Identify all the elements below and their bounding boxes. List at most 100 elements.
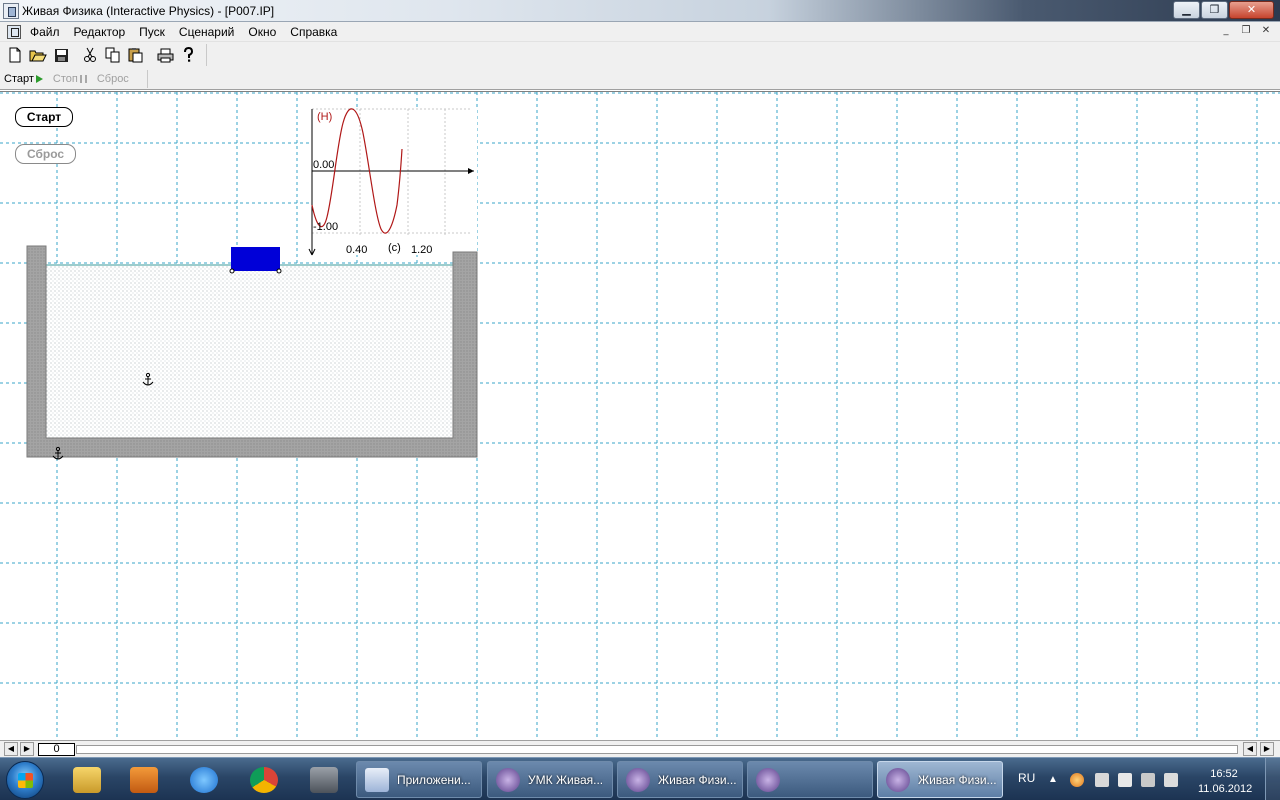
force-graph[interactable]: (Н) 0.00 -1.00 0.40 (с) 1.20 [305,105,480,260]
timeline-bar: ◀ ▶ 0 ◀ ▶ [0,740,1280,757]
pause-icon [79,75,87,83]
toolbar-group [4,44,207,66]
media-player-icon [130,767,158,793]
clock-time: 16:52 [1210,768,1238,780]
task-label: Живая Физи... [658,772,737,787]
block-handle-left[interactable] [229,268,235,274]
menu-editor[interactable]: Редактор [74,25,126,39]
doc-restore-icon[interactable]: ❐ [1238,25,1254,39]
triangle-left-icon: ◀ [7,744,15,753]
help-button[interactable] [177,44,199,66]
paste-icon [128,48,143,63]
task-interactive-physics-active[interactable]: Живая Физи... [877,761,1003,798]
water[interactable] [46,265,453,438]
doc-close-icon[interactable]: ✕ [1258,25,1274,39]
run-start-label: Старт [4,73,34,85]
menu-help[interactable]: Справка [290,25,337,39]
system-tray: RU ▲ 16:52 11.06.2012 [1010,758,1280,800]
interactive-physics-icon [496,767,520,792]
internet-explorer-icon [190,767,218,793]
save-icon [54,48,68,62]
menu-file[interactable]: Файл [30,25,60,39]
folder-icon [73,767,101,793]
show-hidden-icons-icon[interactable]: ▲ [1048,774,1058,785]
language-indicator[interactable]: RU [1018,771,1035,785]
task-umk[interactable]: УМК Живая... [487,761,613,798]
menu-script[interactable]: Сценарий [179,25,234,39]
new-button[interactable] [4,44,26,66]
doc-minimize-icon[interactable]: _ [1218,25,1234,39]
task-interactive-physics-1[interactable]: Живая Физи... [617,761,743,798]
run-start-button[interactable]: Старт [4,73,43,85]
cut-icon [84,47,96,62]
open-button[interactable] [27,44,49,66]
step-back-icon: ◀ [1246,744,1254,753]
tray-network-icon[interactable] [1141,773,1155,787]
run-controls: Старт Стоп Сброс [4,70,148,88]
close-button[interactable]: ✕ [1229,1,1274,19]
copy-button[interactable] [102,44,124,66]
simulation-workspace[interactable]: Старт Сброс (Н) 0.00 -1.00 0.40 (с) 1.20 [0,91,1280,740]
close-icon: ✕ [1246,3,1257,16]
pinned-explorer[interactable] [60,762,114,798]
timeline-frame-counter[interactable]: 0 [38,743,75,756]
window-title: Живая Физика (Interactive Physics) - [P0… [22,4,275,18]
interactive-physics-icon [626,767,650,792]
task-label: УМК Живая... [528,772,604,787]
maximize-button[interactable]: ❐ [1201,1,1228,19]
play-icon [35,75,43,83]
pinned-media-player[interactable] [117,762,171,798]
print-button[interactable] [154,44,176,66]
task-interactive-physics-2[interactable] [747,761,873,798]
copy-icon [105,47,120,63]
show-desktop-button[interactable] [1265,758,1280,800]
task-word-document[interactable]: Приложени... [356,761,482,798]
interactive-physics-icon [886,767,910,792]
workspace-start-button[interactable]: Старт [15,107,73,127]
start-button[interactable] [6,761,44,799]
water-tank-scene [26,245,478,460]
pinned-chrome[interactable] [237,762,291,798]
timeline-forward-button[interactable]: ▶ [20,742,34,756]
tray-removable-device-icon[interactable] [1118,773,1132,787]
menu-run[interactable]: Пуск [139,25,165,39]
pinned-internet-explorer[interactable] [177,762,231,798]
screen: Живая Физика (Interactive Physics) - [P0… [0,0,1280,800]
run-stop-label: Стоп [52,73,78,85]
clock[interactable]: 16:52 11.06.2012 [1198,767,1253,797]
menu-items: Файл Редактор Пуск Сценарий Окно Справка [30,25,351,39]
workspace-reset-button[interactable]: Сброс [15,144,76,164]
minimize-button[interactable]: ▁ [1173,1,1200,19]
menu-window[interactable]: Окно [248,25,276,39]
timeline-back-button[interactable]: ◀ [4,742,18,756]
clock-date: 11.06.2012 [1198,783,1253,795]
title-bar[interactable]: Живая Физика (Interactive Physics) - [P0… [0,0,1280,22]
document-system-menu-icon[interactable] [7,25,21,39]
triangle-right-icon: ▶ [23,744,31,753]
paste-button[interactable] [125,44,147,66]
document-window-controls: _ ❐ ✕ [1214,25,1274,39]
tray-app-icon[interactable] [1070,773,1084,787]
save-button[interactable] [50,44,72,66]
timeline-slider[interactable] [76,745,1238,754]
interactive-physics-app-icon[interactable] [3,3,19,19]
toolbar [0,42,1280,68]
block-handle-right[interactable] [276,268,282,274]
task-label: Живая Физи... [918,772,997,787]
tray-volume-icon[interactable] [1164,773,1178,787]
pinned-device[interactable] [297,762,351,798]
menu-bar: Файл Редактор Пуск Сценарий Окно Справка… [0,22,1280,42]
run-stop-button[interactable]: Стоп [53,73,87,85]
step-forward-icon: ▶ [1263,744,1271,753]
tray-network-warning-icon[interactable] [1095,773,1109,787]
print-icon [157,48,173,62]
run-reset-button[interactable]: Сброс [97,73,129,85]
timeline-end-back-button[interactable]: ◀ [1243,742,1257,756]
graph-tick-y-top: 0.00 [313,159,334,171]
cut-button[interactable] [79,44,101,66]
timeline-end-forward-button[interactable]: ▶ [1260,742,1274,756]
graph-tick-y-bottom: -1.00 [313,221,338,233]
floating-block[interactable] [231,247,280,271]
run-bar: Старт Стоп Сброс [0,68,1280,90]
word-icon [365,767,389,792]
